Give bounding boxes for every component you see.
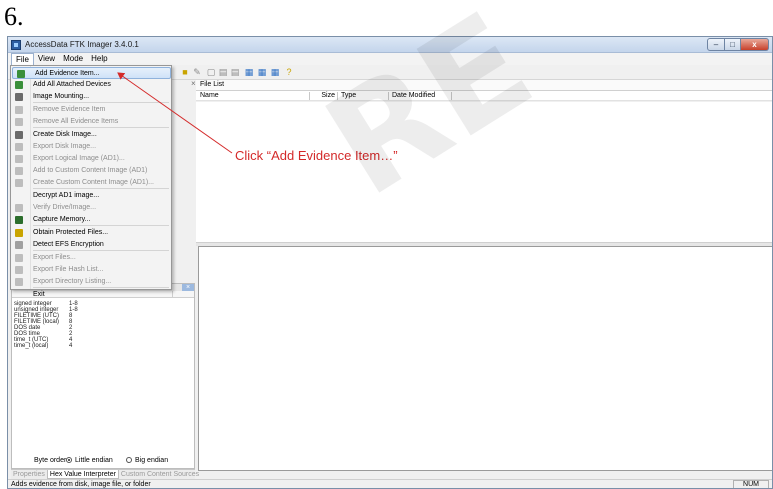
export-directory-toolbar-icon[interactable]: ▤ (230, 67, 240, 77)
menu-item-label: Add All Attached Devices (33, 81, 111, 88)
menu-item-label: Export Disk Image... (33, 143, 97, 150)
ftk-app-icon (11, 40, 21, 50)
menu-view[interactable]: View (34, 53, 59, 65)
custom-content-add-icon (15, 167, 23, 175)
hex-value-interpreter-panel: × signed integer 1-8 unsigned integer 1-8 FI… (11, 283, 195, 469)
menu-item-export-file-hash-list[interactable]: Export File Hash List... (11, 264, 171, 276)
menu-item-label: Create Disk Image... (33, 131, 97, 138)
menu-separator (33, 250, 169, 251)
menu-item-label: Exit (33, 291, 45, 298)
num-lock-indicator: NUM (733, 480, 769, 488)
menu-item-label: Export Logical Image (AD1)... (33, 155, 125, 162)
menu-item-label: Remove Evidence Item (33, 106, 106, 113)
menu-help[interactable]: Help (87, 53, 111, 65)
menu-item-add-all-attached-devices[interactable]: Add All Attached Devices (11, 79, 171, 91)
menu-item-label: Decrypt AD1 image... (33, 192, 100, 199)
tab-properties[interactable]: Properties (11, 470, 47, 479)
close-button[interactable]: x (741, 38, 769, 51)
menu-separator (33, 225, 169, 226)
minimize-button[interactable]: – (707, 38, 725, 51)
capture-memory-icon (15, 216, 23, 224)
title-bar[interactable]: AccessData FTK Imager 3.4.0.1 – □ x (8, 37, 772, 53)
menu-item-obtain-protected-files[interactable]: Obtain Protected Files... (11, 227, 171, 239)
byte-order-label: Byte order: (34, 457, 69, 464)
export-directory-icon (15, 278, 23, 286)
interpreter-size: 4 (69, 343, 73, 349)
interpreter-row: time_t (local) 4 (14, 343, 72, 349)
interpreter-type: time_t (local) (14, 343, 49, 349)
menu-item-label: Export File Hash List... (33, 266, 104, 273)
file-list-area[interactable] (196, 102, 772, 242)
menu-item-export-files[interactable]: Export Files... (11, 252, 171, 264)
step-number: 6. (4, 2, 24, 31)
menu-file[interactable]: File (11, 53, 34, 65)
window-controls: – □ x (707, 38, 769, 51)
remove-all-icon (15, 118, 23, 126)
close-evidence-pane-icon[interactable]: × (191, 79, 196, 88)
menu-item-label: Export Files... (33, 254, 76, 261)
export-logical-image-icon (15, 155, 23, 163)
menu-mode[interactable]: Mode (59, 53, 87, 65)
file-list-columns: Name Size Type Date Modified (196, 91, 772, 101)
tab-custom-content-sources[interactable]: Custom Content Sources (119, 470, 201, 479)
column-size[interactable]: Size (312, 92, 338, 100)
verify-drive-icon (15, 204, 23, 212)
export-files-toolbar-icon[interactable]: ▢ (206, 67, 216, 77)
detect-efs-toolbar-icon[interactable]: ✎ (192, 67, 202, 77)
little-endian-radio[interactable] (66, 457, 72, 463)
menu-item-decrypt-ad1-image[interactable]: Decrypt AD1 image... (11, 190, 171, 202)
status-bar: Adds evidence from disk, image file, or … (8, 479, 772, 488)
custom-content-create-icon (15, 179, 23, 187)
file-list-title: File List (200, 81, 225, 88)
little-endian-label[interactable]: Little endian (75, 457, 113, 464)
image-mounting-icon (15, 93, 23, 101)
menu-bar: File View Mode Help (8, 53, 772, 65)
window-title: AccessData FTK Imager 3.4.0.1 (25, 40, 139, 49)
menu-separator (33, 188, 169, 189)
detect-efs-icon (15, 241, 23, 249)
obtain-protected-toolbar-icon[interactable]: ■ (180, 67, 190, 77)
export-disk-image-icon (15, 143, 23, 151)
text-view-toolbar-icon[interactable]: ▦ (257, 67, 267, 77)
menu-separator (33, 287, 169, 288)
menu-item-verify-drive-image[interactable]: Verify Drive/Image... (11, 202, 171, 214)
auto-view-toolbar-icon[interactable]: ▦ (270, 67, 280, 77)
big-endian-radio[interactable] (126, 457, 132, 463)
menu-item-create-disk-image[interactable]: Create Disk Image... (11, 129, 171, 141)
menu-item-exit[interactable]: Exit (11, 289, 171, 301)
add-evidence-icon (17, 70, 25, 78)
menu-item-export-logical-image-ad1[interactable]: Export Logical Image (AD1)... (11, 153, 171, 165)
attached-devices-icon (15, 81, 23, 89)
export-hash-icon (15, 266, 23, 274)
status-text: Adds evidence from disk, image file, or … (11, 481, 151, 488)
export-files-icon (15, 254, 23, 262)
file-menu-dropdown: Add Evidence Item... Add All Attached Dev… (10, 65, 172, 298)
maximize-button[interactable]: □ (725, 38, 741, 51)
menu-item-label: Add to Custom Content Image (AD1) (33, 167, 148, 174)
menu-item-label: Verify Drive/Image... (33, 204, 97, 211)
help-toolbar-icon[interactable]: ? (284, 67, 294, 77)
export-hash-toolbar-icon[interactable]: ▤ (218, 67, 228, 77)
bottom-tab-strip: Properties Hex Value Interpreter Custom … (11, 469, 199, 479)
menu-item-label: Obtain Protected Files... (33, 229, 109, 236)
big-endian-label[interactable]: Big endian (135, 457, 168, 464)
obtain-protected-icon (15, 229, 23, 237)
column-type[interactable]: Type (341, 92, 389, 100)
file-list-header: File List (196, 80, 772, 91)
column-date-modified[interactable]: Date Modified (392, 92, 452, 100)
menu-separator (33, 102, 169, 103)
viewer-pane[interactable] (198, 246, 772, 471)
hex-view-toolbar-icon[interactable]: ▦ (244, 67, 254, 77)
column-name[interactable]: Name (200, 92, 310, 100)
menu-item-remove-evidence-item[interactable]: Remove Evidence Item (11, 104, 171, 116)
tab-hex-value-interpreter[interactable]: Hex Value Interpreter (46, 470, 119, 479)
menu-item-export-disk-image[interactable]: Export Disk Image... (11, 141, 171, 153)
remove-evidence-icon (15, 106, 23, 114)
byte-order-group: Byte order: Little endian Big endian (11, 454, 195, 468)
menu-separator (33, 127, 169, 128)
menu-item-add-evidence-item[interactable]: Add Evidence Item... (12, 67, 171, 79)
annotation-callout: Click “Add Evidence Item…” (235, 148, 398, 163)
create-disk-image-icon (15, 131, 23, 139)
menu-item-add-to-custom-content-image-ad1[interactable]: Add to Custom Content Image (AD1) (11, 165, 171, 177)
